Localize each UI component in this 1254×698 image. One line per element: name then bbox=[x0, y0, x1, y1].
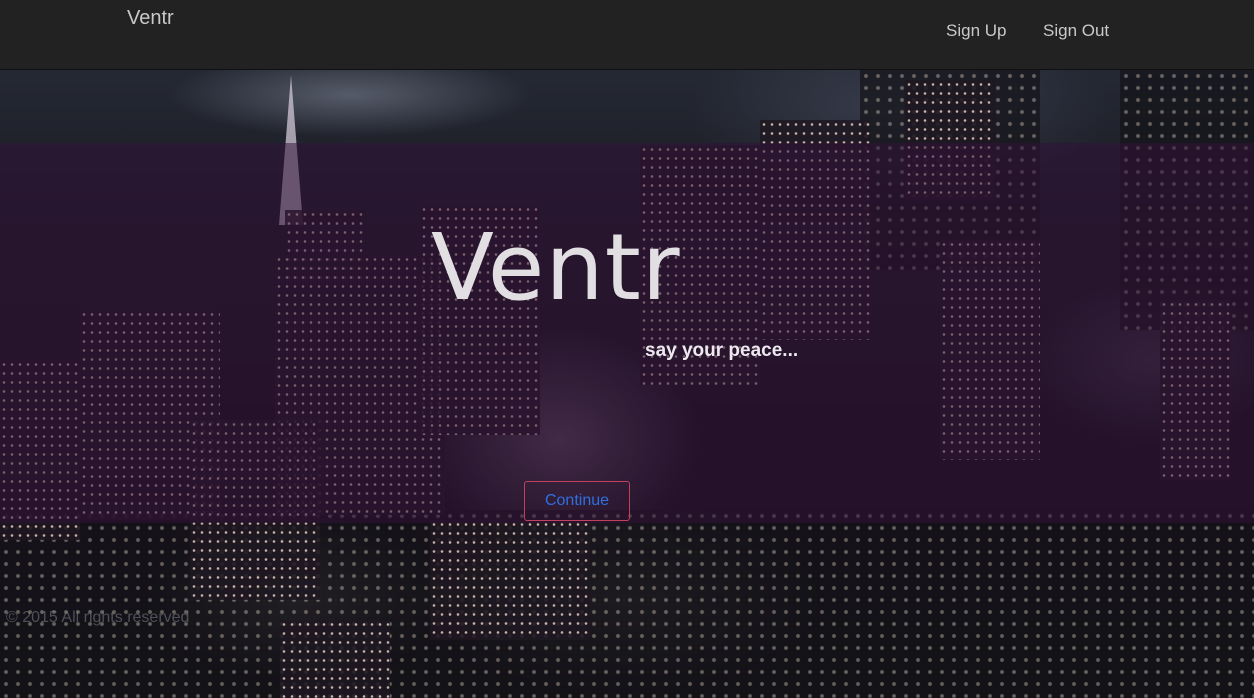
footer-copyright: © 2015 All rights reserved bbox=[6, 609, 190, 626]
sign-up-link[interactable]: Sign Up bbox=[946, 21, 1006, 41]
building-shape bbox=[280, 620, 390, 698]
hero-title: Ventr bbox=[431, 214, 681, 321]
top-navbar: Ventr Sign Up Sign Out bbox=[0, 0, 1254, 70]
brand-link[interactable]: Ventr bbox=[127, 7, 174, 30]
hero-tagline: say your peace... bbox=[645, 340, 799, 361]
building-shape bbox=[430, 520, 590, 640]
background-skyline bbox=[0, 510, 1254, 698]
hero-jumbotron bbox=[0, 143, 1254, 523]
sign-out-link[interactable]: Sign Out bbox=[1043, 21, 1109, 41]
continue-button[interactable]: Continue bbox=[524, 481, 630, 521]
